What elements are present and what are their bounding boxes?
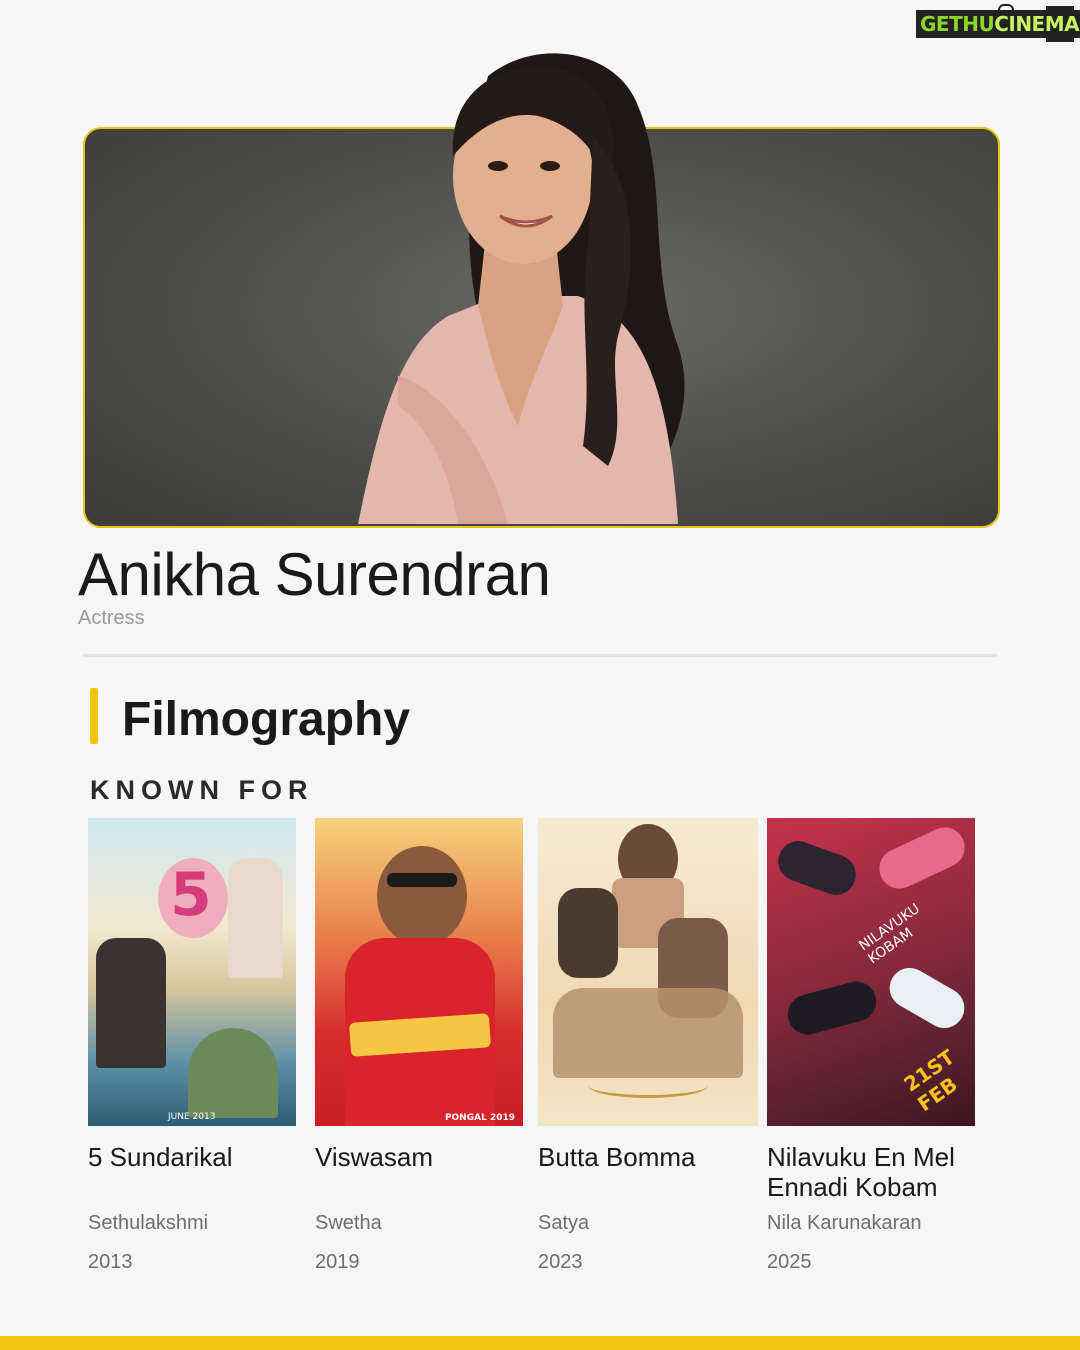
logo-wordmark: GETHU CINEMA xyxy=(916,10,1080,38)
film-card[interactable]: PONGAL 2019 Viswasam Swetha 2019 xyxy=(315,818,525,1274)
character-name: Satya xyxy=(538,1212,590,1234)
section-accent-bar xyxy=(90,688,98,744)
film-card[interactable]: NILAVUKU KOBAM 21ST FEB Nilavuku En Mel E… xyxy=(767,818,977,1274)
film-year: 2025 xyxy=(767,1251,812,1273)
section-title: Filmography xyxy=(122,693,411,746)
actress-portrait-image xyxy=(358,53,685,524)
film-card[interactable]: Butta Bomma Satya 2023 xyxy=(538,818,758,1274)
actor-role: Actress xyxy=(78,607,145,629)
character-name: Sethulakshmi xyxy=(88,1212,209,1234)
character-name: Swetha xyxy=(315,1212,382,1234)
bottom-accent-bar xyxy=(0,1336,1080,1350)
actor-name: Anikha Surendran xyxy=(78,541,551,608)
film-title[interactable]: Butta Bomma xyxy=(538,1142,748,1202)
character-name: Nila Karunakaran xyxy=(767,1212,922,1234)
known-for-label: KNOWN FOR xyxy=(90,775,314,805)
film-card[interactable]: 5 JUNE 2013 5 Sundarikal Sethulakshmi 20… xyxy=(88,818,298,1274)
film-year: 2023 xyxy=(538,1251,583,1273)
divider xyxy=(83,654,997,657)
film-title[interactable]: Viswasam xyxy=(315,1142,525,1202)
film-title[interactable]: 5 Sundarikal xyxy=(88,1142,298,1202)
gethu-cinema-logo: GETHU CINEMA xyxy=(916,4,1080,42)
film-year: 2013 xyxy=(88,1251,133,1273)
film-year: 2019 xyxy=(315,1251,360,1273)
film-title[interactable]: Nilavuku En Mel Ennadi Kobam xyxy=(767,1142,977,1202)
film-poster[interactable] xyxy=(538,818,758,1126)
film-poster[interactable]: 5 JUNE 2013 xyxy=(88,818,296,1126)
film-poster[interactable]: PONGAL 2019 xyxy=(315,818,523,1126)
film-poster[interactable]: NILAVUKU KOBAM 21ST FEB xyxy=(767,818,975,1126)
